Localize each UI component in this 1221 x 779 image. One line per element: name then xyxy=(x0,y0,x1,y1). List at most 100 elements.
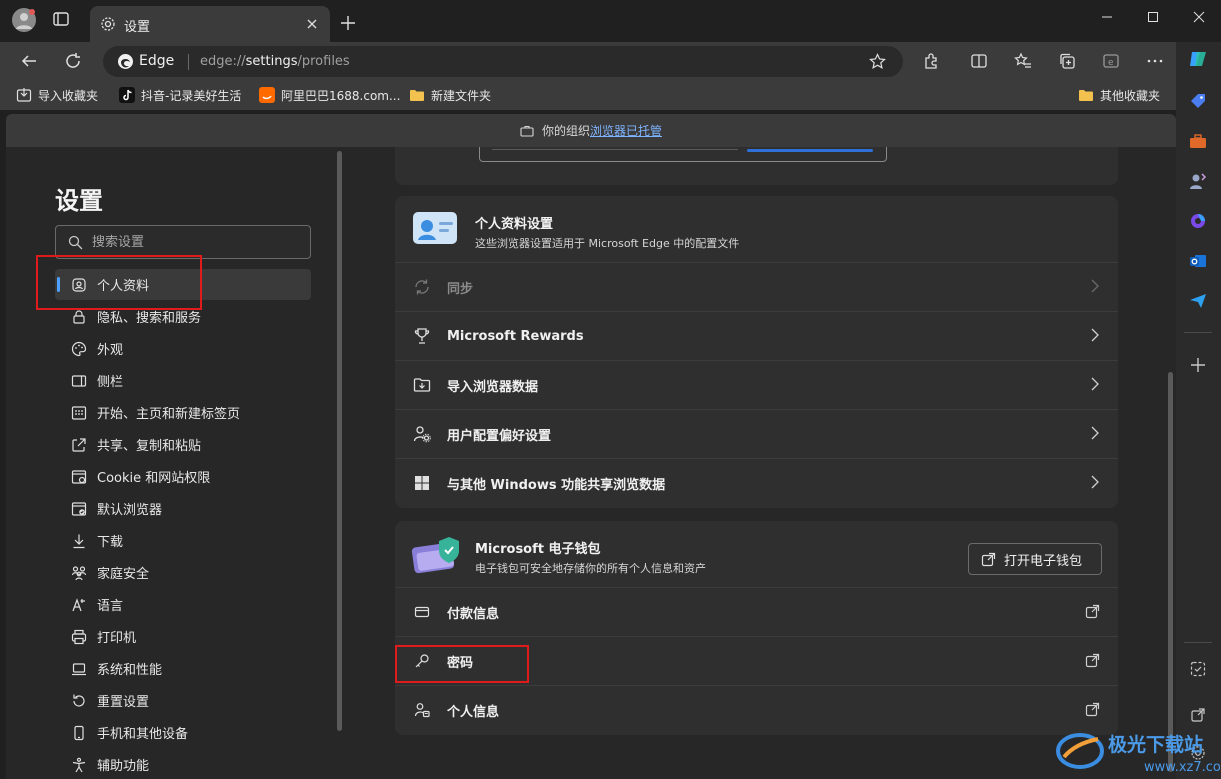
close-window-icon[interactable] xyxy=(1176,0,1221,34)
row-label: 同步 xyxy=(447,281,474,297)
tab-title: 设置 xyxy=(124,20,151,35)
briefcase-icon xyxy=(520,124,534,138)
bookmark-import[interactable]: 导入收藏夹 xyxy=(16,86,98,104)
nav-item-label: 打印机 xyxy=(97,631,137,646)
favorites-icon[interactable] xyxy=(1008,46,1038,76)
nav-item-reset[interactable]: 重置设置 xyxy=(55,685,311,716)
bookmark-other-favorites[interactable]: 其他收藏夹 xyxy=(1078,86,1160,104)
new-tab-icon[interactable] xyxy=(340,15,356,31)
send-icon[interactable] xyxy=(1187,290,1209,312)
row-profile-preferences[interactable]: 用户配置偏好设置 xyxy=(395,409,1118,458)
maximize-icon[interactable] xyxy=(1130,0,1176,34)
refresh-icon[interactable] xyxy=(58,46,88,76)
nav-item-downloads[interactable]: 下载 xyxy=(55,525,311,556)
nav-item-profiles[interactable]: 个人资料 xyxy=(55,269,311,300)
row-share-windows[interactable]: 与其他 Windows 功能共享浏览数据 xyxy=(395,458,1118,507)
managed-link[interactable]: 浏览器已托管 xyxy=(590,122,662,139)
chevron-right-icon xyxy=(1090,279,1100,293)
url-prefix: edge:// xyxy=(200,54,246,69)
chevron-right-icon xyxy=(1090,377,1100,391)
microsoft365-icon[interactable] xyxy=(1187,210,1209,232)
bookmark-douyin[interactable]: 抖音-记录美好生活 xyxy=(119,86,241,104)
nav-item-start-home[interactable]: 开始、主页和新建标签页 xyxy=(55,397,311,428)
bookmarks-bar: 导入收藏夹 抖音-记录美好生活 阿里巴巴1688.com... 新建文件夹 其他… xyxy=(0,80,1176,110)
nav-item-share[interactable]: 共享、复制和粘贴 xyxy=(55,429,311,460)
extensions-icon[interactable] xyxy=(916,46,946,76)
account-card-partial xyxy=(395,147,1118,185)
copilot-icon[interactable] xyxy=(1187,48,1209,70)
nav-item-label: 共享、复制和粘贴 xyxy=(97,439,202,454)
row-passwords[interactable]: 密码 xyxy=(395,636,1118,685)
import-favorites-icon xyxy=(16,87,32,103)
nav-item-phone[interactable]: 手机和其他设备 xyxy=(55,717,311,748)
toolbox-icon[interactable] xyxy=(1187,130,1209,152)
nav-item-appearance[interactable]: 外观 xyxy=(55,333,311,364)
title-bar: 设置 xyxy=(0,0,1221,42)
row-payment-info[interactable]: 付款信息 xyxy=(395,587,1118,636)
cookie-icon xyxy=(69,469,89,485)
nav-item-label: 默认浏览器 xyxy=(97,503,163,518)
search-box[interactable] xyxy=(55,225,311,259)
address-bar[interactable]: Edge edge://settings/profiles xyxy=(103,46,903,77)
bookmark-new-folder[interactable]: 新建文件夹 xyxy=(409,86,491,104)
row-personal-info[interactable]: 个人信息 xyxy=(395,685,1118,734)
nav-item-label: 家庭安全 xyxy=(97,567,150,582)
outlook-icon[interactable] xyxy=(1187,250,1209,272)
favorite-star-icon[interactable] xyxy=(869,53,886,70)
nav-item-label: 开始、主页和新建标签页 xyxy=(97,407,241,422)
ie-mode-icon[interactable]: e xyxy=(1096,46,1126,76)
screenshot-icon[interactable] xyxy=(1187,658,1209,680)
nav-item-system[interactable]: 系统和性能 xyxy=(55,653,311,684)
profile-avatar[interactable] xyxy=(12,8,36,32)
nav-item-family[interactable]: 家庭安全 xyxy=(55,557,311,588)
managed-banner: 你的组织 浏览器已托管 xyxy=(6,114,1176,147)
profile-card-subtitle: 这些浏览器设置适用于 Microsoft Edge 中的配置文件 xyxy=(475,237,740,250)
profile-settings-header: 个人资料设置 这些浏览器设置适用于 Microsoft Edge 中的配置文件 xyxy=(395,196,1118,262)
open-external-icon[interactable] xyxy=(1187,704,1209,726)
tab-actions-icon[interactable] xyxy=(52,10,70,28)
import-data-icon xyxy=(411,376,433,394)
row-label: 用户配置偏好设置 xyxy=(447,428,552,444)
nav-item-accessibility[interactable]: 辅助功能 xyxy=(55,749,311,779)
nav-item-default-browser[interactable]: 默认浏览器 xyxy=(55,493,311,524)
nav-item-cookies[interactable]: Cookie 和网站权限 xyxy=(55,461,311,492)
tab-settings[interactable]: 设置 xyxy=(90,6,330,42)
nav-item-languages[interactable]: 语言 xyxy=(55,589,311,620)
split-screen-icon[interactable] xyxy=(964,46,994,76)
wallet-header: Microsoft 电子钱包 电子钱包可安全地存储你的所有个人信息和资产 打开电… xyxy=(395,521,1118,587)
tag-icon[interactable] xyxy=(1187,90,1209,112)
more-menu-icon[interactable] xyxy=(1140,46,1170,76)
folder-icon xyxy=(409,87,425,103)
nav-item-label: Cookie 和网站权限 xyxy=(97,471,211,486)
collections-icon[interactable] xyxy=(1052,46,1082,76)
windows-logo-icon xyxy=(411,475,433,491)
add-icon[interactable] xyxy=(1187,354,1209,376)
phone-icon xyxy=(69,725,89,741)
row-sync[interactable]: 同步 xyxy=(395,262,1118,311)
edge-sidebar xyxy=(1176,42,1221,779)
content-scrollbar[interactable] xyxy=(1168,372,1173,772)
nav-item-sidebar[interactable]: 侧栏 xyxy=(55,365,311,396)
wallet-card: Microsoft 电子钱包 电子钱包可安全地存储你的所有个人信息和资产 打开电… xyxy=(395,521,1118,735)
row-label: 密码 xyxy=(447,655,474,671)
bookmark-label: 阿里巴巴1688.com... xyxy=(281,88,401,103)
row-label: 导入浏览器数据 xyxy=(447,379,539,395)
chevron-right-icon xyxy=(1090,328,1100,342)
nav-item-label: 侧栏 xyxy=(97,375,124,390)
nav-item-printers[interactable]: 打印机 xyxy=(55,621,311,652)
minimize-icon[interactable] xyxy=(1084,0,1130,34)
bookmark-1688[interactable]: 阿里巴巴1688.com... xyxy=(259,86,400,104)
nav-item-privacy[interactable]: 隐私、搜索和服务 xyxy=(55,301,311,332)
user-settings-icon xyxy=(411,425,433,443)
avatar-icon xyxy=(16,9,35,29)
close-tab-icon[interactable] xyxy=(306,18,318,30)
language-icon xyxy=(69,597,89,613)
open-wallet-button[interactable]: 打开电子钱包 xyxy=(968,543,1102,575)
nav-scrollbar[interactable] xyxy=(337,151,342,731)
row-import-data[interactable]: 导入浏览器数据 xyxy=(395,360,1118,409)
back-icon[interactable] xyxy=(14,46,44,76)
row-rewards[interactable]: Microsoft Rewards xyxy=(395,311,1118,360)
games-icon[interactable] xyxy=(1187,170,1209,192)
url-suffix: /profiles xyxy=(297,54,350,69)
search-input[interactable] xyxy=(92,233,292,251)
